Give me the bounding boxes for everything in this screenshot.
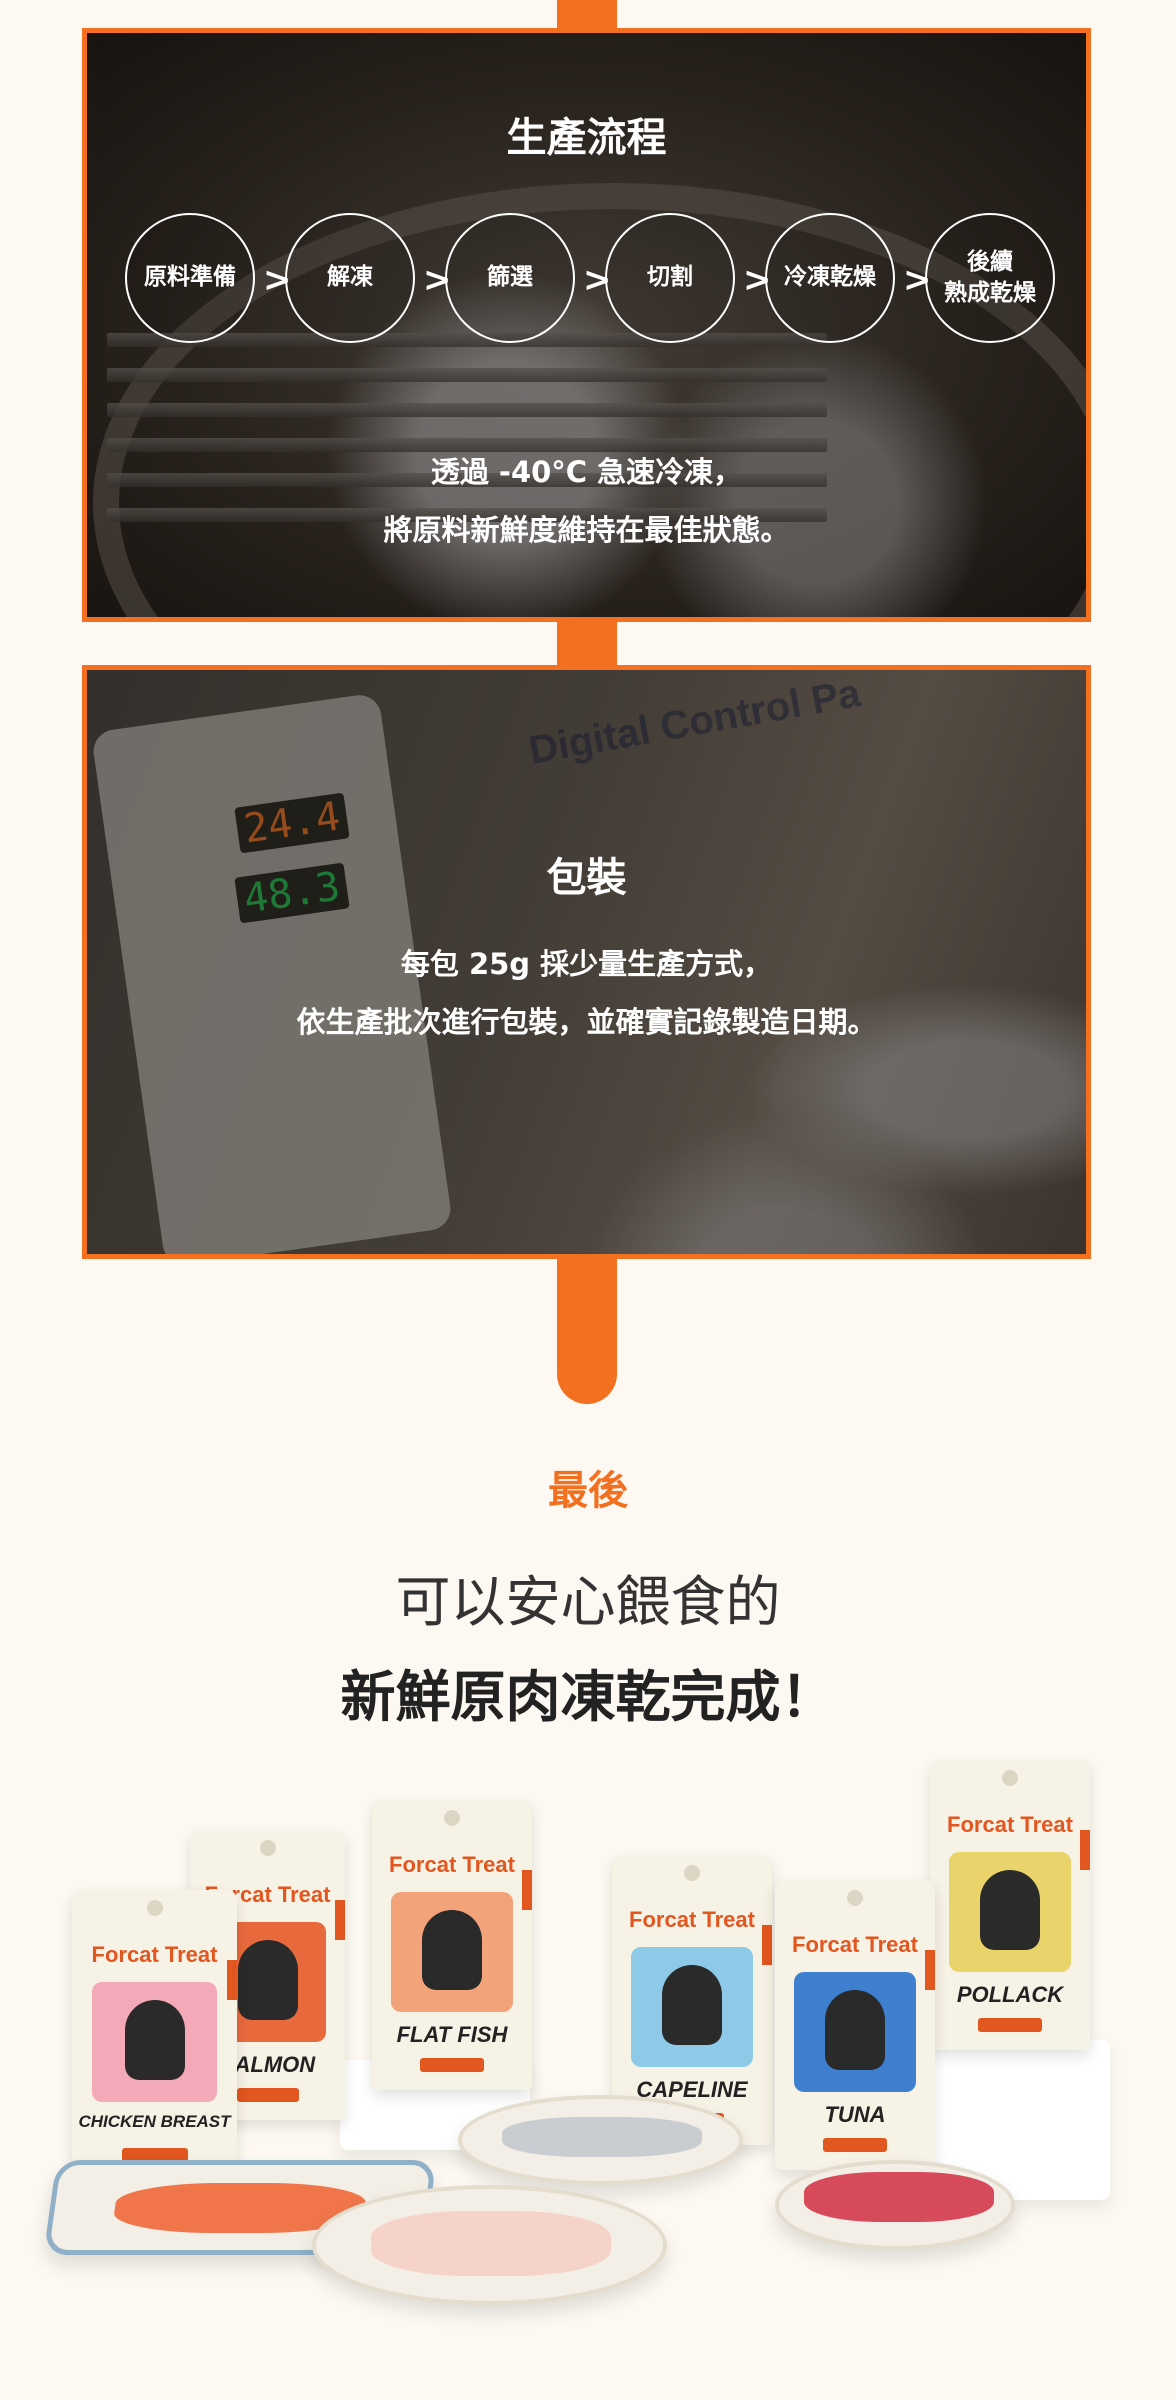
- pack-tag: [823, 2138, 887, 2152]
- cat-illustration: [825, 1990, 885, 2070]
- pack-name: TUNA: [824, 2102, 886, 2127]
- packaging-text-line1: 每包 25g 採少量生產方式，: [400, 947, 773, 981]
- hang-hole: [146, 1900, 163, 1916]
- process-description: 透過 -40°C 急速冷凍， 將原料新鮮度維持在最佳狀態。: [87, 443, 1086, 559]
- pack-brand: Forcat Treat: [947, 1812, 1073, 1837]
- product-pack-flatfish: Forcat Treat FLAT FISH: [372, 1800, 532, 2090]
- hang-hole: [684, 1865, 700, 1881]
- process-text-line1: 透過 -40°C 急速冷凍，: [430, 455, 743, 489]
- step-raw-material-prep: 原料準備: [125, 213, 255, 343]
- tuna-plate: [775, 2160, 1015, 2250]
- connector-bottom: [557, 1256, 617, 1404]
- pack-brand: Forcat Treat: [91, 1942, 218, 1967]
- connector-middle: [557, 614, 617, 668]
- step-cutting: 切割: [605, 213, 735, 343]
- cat-illustration: [422, 1910, 482, 1990]
- pack-tag: [978, 2018, 1042, 2032]
- pack-corner-stripe: [522, 1870, 532, 1910]
- pack-name: CHICKEN BREAST: [78, 2112, 231, 2131]
- pack-corner-stripe: [1080, 1830, 1090, 1870]
- capelin-fish: [502, 2117, 702, 2157]
- final-label: 最後: [548, 1468, 628, 1514]
- cat-illustration: [662, 1965, 722, 2045]
- cat-illustration: [237, 1940, 298, 2020]
- hang-hole: [259, 1840, 276, 1856]
- chicken-breast: [371, 2211, 611, 2276]
- packaging-text-line2: 依生產批次進行包裝，並確實記錄製造日期。: [296, 1005, 877, 1039]
- pack-brand: Forcat Treat: [792, 1932, 918, 1957]
- pack-brand: Forcat Treat: [389, 1852, 515, 1877]
- product-pack-tuna: Forcat Treat TUNA: [775, 1880, 935, 2170]
- chicken-plate: [312, 2185, 667, 2305]
- pack-corner-stripe: [335, 1900, 345, 1940]
- capelin-plate: [458, 2095, 743, 2185]
- pack-corner-stripe: [925, 1950, 935, 1990]
- pack-name: POLLACK: [956, 1982, 1064, 2007]
- pack-corner-stripe: [227, 1960, 237, 2000]
- pack-name: FLAT FISH: [396, 2022, 508, 2047]
- packaging-title: 包裝: [546, 855, 627, 901]
- pack-tag: [420, 2058, 484, 2072]
- product-pack-pollack: Forcat Treat POLLACK: [930, 1760, 1090, 2050]
- step-screening: 篩選: [445, 213, 575, 343]
- production-process-panel: 生產流程 原料準備 > 解凍 > 篩選 > 切割 > 冷凍乾燥 > 後續 熟成乾…: [82, 28, 1091, 622]
- cat-illustration: [124, 2000, 185, 2080]
- product-pack-chicken-breast: Forcat Treat CHICKEN BREAST: [72, 1890, 237, 2190]
- pack-tag: [236, 2088, 299, 2102]
- process-title: 生產流程: [506, 115, 667, 161]
- pack-brand: Forcat Treat: [629, 1907, 755, 1932]
- step-freeze-drying: 冷凍乾燥: [765, 213, 895, 343]
- step-thaw: 解凍: [285, 213, 415, 343]
- cat-illustration: [980, 1870, 1040, 1950]
- tuna-chunk: [804, 2172, 994, 2222]
- pack-corner-stripe: [762, 1925, 772, 1965]
- packaging-panel: 24.4 48.3 Digital Control Pa 包裝 每包 25g 採…: [82, 665, 1091, 1259]
- step-aging-drying: 後續 熟成乾燥: [925, 213, 1055, 343]
- packaging-description: 每包 25g 採少量生產方式， 依生產批次進行包裝，並確實記錄製造日期。: [87, 935, 1086, 1051]
- final-heading-line2: 新鮮原肉凍乾完成！: [340, 1665, 836, 1729]
- process-text-line2: 將原料新鮮度維持在最佳狀態。: [383, 513, 790, 547]
- hang-hole: [1002, 1770, 1018, 1786]
- process-steps: 原料準備 > 解凍 > 篩選 > 切割 > 冷凍乾燥 > 後續 熟成乾燥: [125, 213, 1065, 343]
- product-showcase: Forcat Treat SALMON Forcat Treat FLAT FI…: [0, 1740, 1176, 2400]
- hang-hole: [847, 1890, 863, 1906]
- hang-hole: [444, 1810, 460, 1826]
- final-heading-line1: 可以安心餵食的: [395, 1570, 781, 1634]
